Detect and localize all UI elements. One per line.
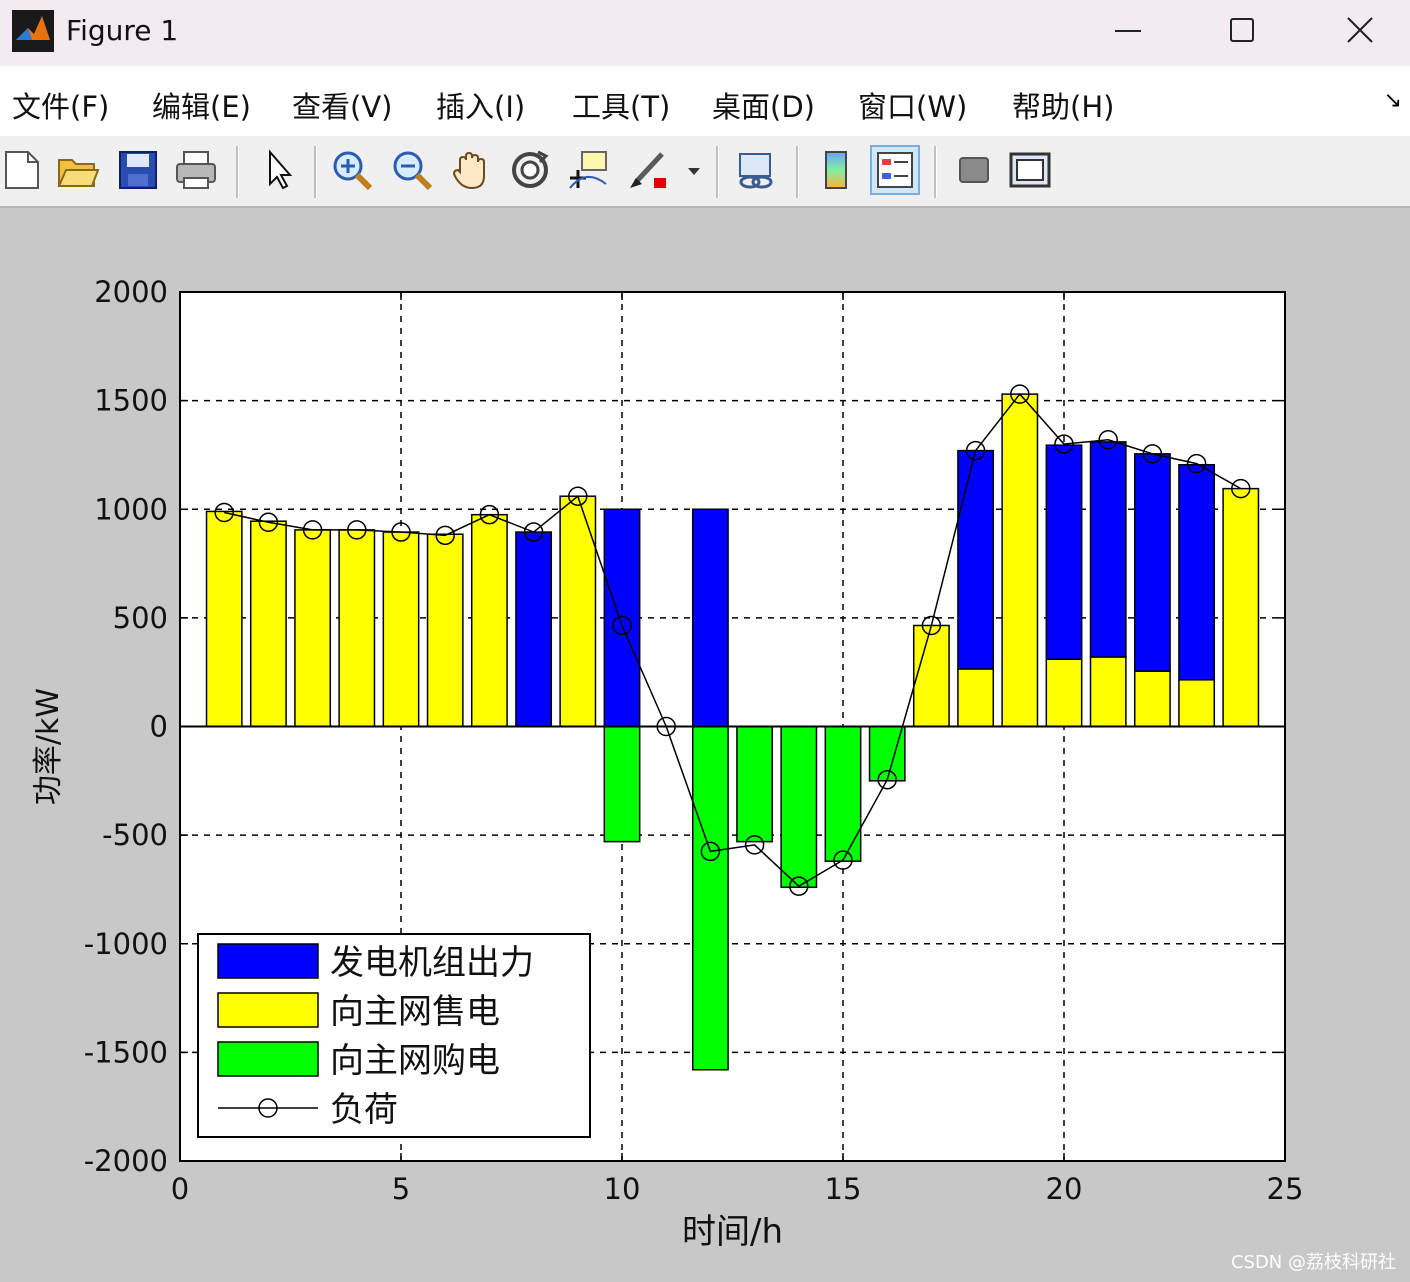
bar-sell: [1089, 656, 1127, 728]
bar-generator: [691, 508, 729, 728]
bar-buy: [691, 725, 729, 1071]
y-tick-label: 0: [150, 710, 168, 744]
menu-window[interactable]: 窗口(W): [858, 84, 967, 126]
y-tick-label: 2000: [94, 275, 168, 309]
x-tick-label: 25: [1267, 1172, 1304, 1206]
menu-view[interactable]: 查看(V): [292, 84, 392, 126]
menu-help[interactable]: 帮助(H): [1012, 84, 1114, 126]
pan-hand-icon[interactable]: [450, 148, 494, 192]
y-tick-label: -1500: [84, 1035, 168, 1069]
bar-generator: [1089, 441, 1127, 658]
bar-generator: [515, 531, 553, 728]
toolbar-separator: [934, 146, 937, 198]
toolbar-separator: [716, 146, 719, 198]
bar-sell: [338, 529, 376, 728]
rotate-3d-icon[interactable]: [508, 148, 552, 192]
y-tick-label: 1000: [94, 492, 168, 526]
menu-file[interactable]: 文件(F): [12, 84, 109, 126]
window-title: Figure 1: [66, 14, 179, 47]
bar-sell: [1133, 670, 1171, 728]
hide-plot-tools-icon[interactable]: [952, 148, 996, 192]
menu-bar: 文件(F) 编辑(E) 查看(V) 插入(I) 工具(T) 桌面(D) 窗口(W…: [0, 66, 1410, 136]
open-folder-icon[interactable]: [56, 148, 100, 192]
bar-sell: [957, 668, 995, 728]
bar-sell: [912, 624, 950, 728]
zoom-out-icon[interactable]: [390, 148, 434, 192]
legend-label: 负荷: [330, 1090, 398, 1130]
bar-sell: [1178, 679, 1216, 728]
y-tick-label: 1500: [94, 384, 168, 418]
x-tick-label: 15: [825, 1172, 862, 1206]
y-tick-label: -2000: [84, 1144, 168, 1178]
minimize-icon: [1115, 30, 1141, 32]
minimize-button[interactable]: [1098, 10, 1158, 50]
bar-sell: [470, 513, 508, 728]
legend-label: 向主网售电: [330, 992, 500, 1032]
x-tick-label: 20: [1046, 1172, 1083, 1206]
bar-sell: [1045, 658, 1083, 728]
menu-edit[interactable]: 编辑(E): [152, 84, 251, 126]
y-axis-label: 功率/kW: [31, 688, 66, 805]
legend[interactable]: 发电机组出力向主网售电向主网购电负荷: [197, 933, 591, 1138]
x-tick-label: 0: [171, 1172, 189, 1206]
chart: 0 5 10 15 20 25 -2000 -1500 -1000 -500 0 500 1000 150…: [31, 275, 1304, 1252]
save-icon[interactable]: [116, 148, 160, 192]
legend-swatch: [217, 992, 319, 1028]
bar-sell: [1222, 487, 1260, 728]
close-button[interactable]: [1330, 10, 1390, 50]
y-tick-label: 500: [113, 601, 168, 635]
title-bar: Figure 1: [0, 0, 1410, 66]
legend-label: 向主网购电: [330, 1041, 500, 1081]
toolbar-separator: [796, 146, 799, 198]
figure-canvas: 0 5 10 15 20 25 -2000 -1500 -1000 -500 0 500 1000 150…: [0, 208, 1410, 1282]
bar-sell: [1001, 393, 1039, 728]
bar-buy: [824, 725, 862, 862]
bar-buy: [736, 725, 774, 843]
data-cursor-icon[interactable]: [566, 148, 610, 192]
pointer-icon[interactable]: [256, 148, 300, 192]
bar-buy: [603, 725, 641, 843]
print-icon[interactable]: [174, 148, 218, 192]
maximize-button[interactable]: [1212, 10, 1272, 50]
legend-swatch: [217, 1041, 319, 1077]
bar-generator: [1045, 444, 1083, 660]
bar-sell: [426, 533, 464, 728]
menu-tools[interactable]: 工具(T): [572, 84, 670, 126]
toolbar: [0, 136, 1410, 208]
brush-icon[interactable]: [626, 148, 670, 192]
legend-icon[interactable]: [870, 145, 920, 195]
legend-swatch: [217, 943, 319, 979]
bar-sell: [249, 520, 287, 728]
maximize-icon: [1230, 18, 1254, 42]
bar-sell: [382, 531, 420, 728]
x-axis-label: 时间/h: [682, 1212, 783, 1252]
matlab-app-icon: [12, 10, 54, 52]
menu-dock-arrow-icon[interactable]: ↘: [1384, 88, 1402, 113]
link-plot-icon[interactable]: [734, 148, 778, 192]
toolbar-separator: [236, 146, 239, 198]
bar-generator: [957, 449, 995, 670]
brush-dropdown-icon[interactable]: [682, 148, 706, 192]
y-tick-label: -500: [102, 818, 168, 852]
new-file-icon[interactable]: [0, 148, 44, 192]
toolbar-separator: [314, 146, 317, 198]
close-icon: [1347, 17, 1373, 43]
bar-sell: [205, 510, 243, 728]
x-tick-label: 5: [392, 1172, 410, 1206]
legend-label: 发电机组出力: [330, 943, 534, 983]
bar-sell: [294, 529, 332, 728]
menu-desktop[interactable]: 桌面(D): [712, 84, 815, 126]
menu-insert[interactable]: 插入(I): [436, 84, 525, 126]
bar-buy: [780, 725, 818, 889]
y-tick-label: -1000: [84, 927, 168, 961]
bar-generator: [1133, 453, 1171, 672]
zoom-in-icon[interactable]: [330, 148, 374, 192]
show-plot-tools-icon[interactable]: [1008, 148, 1052, 192]
x-tick-label: 10: [604, 1172, 641, 1206]
colorbar-icon[interactable]: [814, 148, 858, 192]
bar-generator: [603, 508, 641, 728]
bar-generator: [1178, 463, 1216, 681]
watermark: CSDN @荔枝科研社: [1230, 1252, 1396, 1273]
